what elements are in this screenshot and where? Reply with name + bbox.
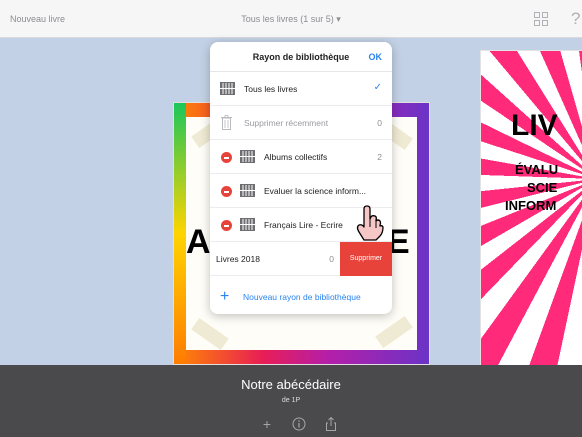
popover-header: Rayon de bibliothèque OK	[210, 42, 392, 72]
shelf-count: 0	[377, 118, 382, 128]
checkmark-icon: ✓	[373, 82, 382, 93]
share-icon[interactable]	[324, 417, 338, 431]
delete-shelf-icon[interactable]	[221, 220, 232, 231]
cover-right-title: LIV	[511, 109, 558, 142]
book-cover-right[interactable]: LIV ÉVALU SCIE INFORM	[480, 50, 582, 370]
library-shelf-popover: Rayon de bibliothèque OK Tous les livres…	[210, 42, 392, 314]
all-books-filter[interactable]: Tous les livres (1 sur 5) ▾	[0, 14, 582, 25]
book-actions: +	[256, 417, 346, 433]
subtitle-line: INFORM	[505, 198, 557, 213]
subtitle-line: ÉVALU	[515, 162, 559, 177]
shelf-label: Supprimer récemment	[244, 118, 329, 128]
shelf-row-livres-2018[interactable]: Livres 2018 0 Supprimer	[210, 242, 392, 276]
book-author: de 1P	[281, 397, 301, 404]
shelf-label: Livres 2018	[216, 254, 260, 264]
shelf-row-albums[interactable]: Albums collectifs 2	[210, 140, 392, 174]
new-shelf-label: Nouveau rayon de bibliothèque	[243, 292, 361, 302]
delete-shelf-icon[interactable]	[221, 186, 232, 197]
help-button[interactable]: ?	[571, 9, 580, 29]
delete-button[interactable]: Supprimer	[340, 242, 392, 276]
subtitle-line: SCIE	[527, 180, 558, 195]
ok-button[interactable]: OK	[369, 52, 383, 62]
shelf-label: Evaluer la science inform...	[264, 186, 367, 196]
shelf-label: Albums collectifs	[264, 152, 328, 162]
popover-title: Rayon de bibliothèque	[252, 52, 350, 62]
book-info-bar: Notre abécédaire de 1P +	[0, 365, 582, 437]
cover-color-band	[174, 103, 186, 364]
shelf-icon	[240, 184, 255, 197]
shelf-count: 2	[377, 152, 382, 162]
top-toolbar: Nouveau livre Tous les livres (1 sur 5) …	[0, 0, 582, 38]
book-title: Notre abécédaire	[241, 377, 341, 392]
trash-icon	[221, 115, 232, 130]
shelf-count: 0	[329, 254, 334, 264]
delete-shelf-icon[interactable]	[221, 152, 232, 163]
shelf-row-science[interactable]: Evaluer la science inform...	[210, 174, 392, 208]
shelf-icon	[220, 82, 235, 95]
shelf-label: Français Lire - Ecrire	[264, 220, 343, 230]
grid-view-icon[interactable]	[534, 12, 548, 26]
info-icon[interactable]	[292, 417, 306, 431]
cover-letter-a: A	[186, 223, 211, 261]
shelf-row-all-books[interactable]: Tous les livres ✓	[210, 72, 392, 106]
tape-decoration	[191, 317, 229, 351]
new-shelf-button[interactable]: + Nouveau rayon de bibliothèque	[210, 287, 392, 311]
tape-decoration	[375, 315, 413, 349]
cover-right-subtitle: ÉVALU SCIE INFORM	[505, 161, 559, 215]
shelf-label: Tous les livres	[244, 84, 298, 94]
hand-pointer-icon	[356, 205, 384, 241]
plus-icon: +	[220, 288, 230, 305]
shelf-icon	[240, 218, 255, 231]
shelf-row-recently-deleted[interactable]: Supprimer récemment 0	[210, 106, 392, 140]
add-icon[interactable]: +	[260, 417, 274, 431]
shelf-icon	[240, 150, 255, 163]
